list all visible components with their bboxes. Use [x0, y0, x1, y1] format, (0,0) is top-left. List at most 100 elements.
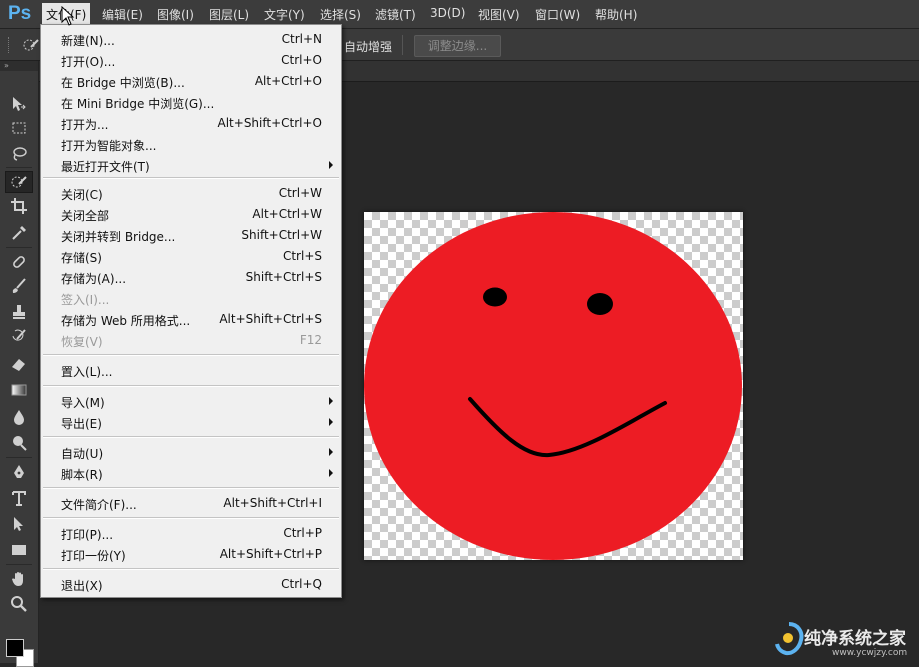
file-menu-item[interactable]: 退出(X) Ctrl+Q: [41, 574, 341, 595]
file-menu-item-label: 导入(M): [61, 396, 105, 410]
file-menu-item[interactable]: 打开(O)... Ctrl+O: [41, 50, 341, 71]
rectangle-icon[interactable]: [5, 539, 33, 561]
menu-help[interactable]: 帮助(H): [595, 6, 637, 23]
file-menu-item[interactable]: 脚本(R): [41, 463, 341, 484]
menu-type[interactable]: 文字(Y): [264, 6, 305, 23]
file-menu-item-label: 置入(L)...: [61, 365, 113, 379]
file-menu-item-label: 新建(N)...: [61, 34, 115, 48]
menu-view[interactable]: 视图(V): [478, 6, 520, 23]
file-menu-item[interactable]: 打印一份(Y) Alt+Shift+Ctrl+P: [41, 544, 341, 565]
toolbox-divider: [6, 457, 32, 458]
menu-separator: [43, 436, 339, 438]
file-menu-item-label: 存储为 Web 所用格式...: [61, 314, 191, 328]
move-icon[interactable]: [5, 93, 33, 115]
menu-separator: [43, 177, 339, 179]
file-menu-item[interactable]: 存储为(A)... Shift+Ctrl+S: [41, 267, 341, 288]
submenu-arrow-icon: [329, 469, 333, 477]
file-menu-item-label: 打开(O)...: [61, 55, 116, 69]
file-menu-item[interactable]: 打印(P)... Ctrl+P: [41, 523, 341, 544]
file-menu-item-label: 恢复(V): [61, 335, 103, 349]
file-menu-item[interactable]: 存储为 Web 所用格式... Alt+Shift+Ctrl+S: [41, 309, 341, 330]
file-menu-item[interactable]: 关闭全部 Alt+Ctrl+W: [41, 204, 341, 225]
dodge-icon[interactable]: [5, 432, 33, 454]
menu-layer[interactable]: 图层(L): [209, 6, 249, 23]
file-menu-item[interactable]: 新建(N)... Ctrl+N: [41, 29, 341, 50]
menu-edit[interactable]: 编辑(E): [102, 6, 143, 23]
document-canvas[interactable]: [364, 212, 743, 560]
file-menu-item-label: 打印一份(Y): [61, 549, 126, 563]
file-menu-item[interactable]: 自动(U): [41, 442, 341, 463]
file-menu-item[interactable]: 打开为智能对象...: [41, 134, 341, 155]
right-eye: [587, 293, 613, 315]
file-menu-item-shortcut: Alt+Shift+Ctrl+O: [217, 116, 322, 130]
healing-brush-icon[interactable]: [5, 251, 33, 273]
menu-separator: [43, 487, 339, 489]
file-menu-item-label: 导出(E): [61, 417, 102, 431]
file-menu-item-label: 存储为(A)...: [61, 272, 127, 286]
menu-select[interactable]: 选择(S): [320, 6, 361, 23]
file-menu-item-shortcut: Alt+Ctrl+O: [254, 74, 322, 88]
refine-edge-button[interactable]: 调整边缘...: [414, 35, 501, 57]
pen-icon[interactable]: [5, 461, 33, 483]
history-brush-icon[interactable]: [5, 326, 33, 348]
watermark-title: 纯净系统之家: [804, 629, 906, 649]
menu-image[interactable]: 图像(I): [157, 6, 194, 23]
eyedropper-icon[interactable]: [5, 222, 33, 244]
foreground-color-swatch[interactable]: [6, 639, 24, 657]
face-circle: [364, 212, 742, 560]
gradient-icon[interactable]: [5, 379, 33, 401]
blur-icon[interactable]: [5, 406, 33, 428]
left-eye: [483, 287, 507, 307]
file-menu-item-label: 文件简介(F)...: [61, 498, 137, 512]
file-menu-item[interactable]: 关闭并转到 Bridge... Shift+Ctrl+W: [41, 225, 341, 246]
file-menu-item[interactable]: 在 Mini Bridge 中浏览(G)...: [41, 92, 341, 113]
file-menu-item[interactable]: 最近打开文件(T): [41, 155, 341, 176]
file-menu-item-shortcut: Ctrl+N: [281, 32, 322, 46]
file-menu-item[interactable]: 置入(L)...: [41, 360, 341, 381]
options-bar-grip[interactable]: [8, 37, 12, 53]
file-menu-item-shortcut: Shift+Ctrl+S: [245, 270, 322, 284]
path-selection-icon[interactable]: [5, 513, 33, 535]
auto-enhance-label[interactable]: 自动增强: [344, 38, 392, 55]
eraser-icon[interactable]: [5, 353, 33, 375]
type-icon[interactable]: [5, 487, 33, 509]
menu-filter[interactable]: 滤镜(T): [375, 6, 416, 23]
toolbox-collapse[interactable]: »: [0, 61, 38, 71]
file-menu-item-label: 关闭(C): [61, 188, 103, 202]
menu-window[interactable]: 窗口(W): [535, 6, 580, 23]
file-menu-item-label: 打开为...: [61, 118, 109, 132]
file-menu-item[interactable]: 存储(S) Ctrl+S: [41, 246, 341, 267]
file-menu-item-shortcut: F12: [299, 333, 322, 347]
brush-icon[interactable]: [5, 275, 33, 297]
hand-icon[interactable]: [5, 568, 33, 590]
file-menu-item-label: 脚本(R): [61, 468, 103, 482]
smiley-face-artwork: [364, 212, 742, 560]
file-menu-item[interactable]: 导入(M): [41, 391, 341, 412]
watermark-logo-icon: [775, 622, 804, 656]
file-menu-item-label: 打印(P)...: [61, 528, 114, 542]
file-menu-item-shortcut: Ctrl+P: [283, 526, 322, 540]
clone-stamp-icon[interactable]: [5, 301, 33, 323]
zoom-icon[interactable]: [5, 593, 33, 615]
quick-selection-icon[interactable]: [22, 36, 40, 54]
options-divider: [402, 35, 403, 55]
color-swatches[interactable]: [4, 637, 34, 667]
file-menu-item-label: 自动(U): [61, 447, 104, 461]
submenu-arrow-icon: [329, 397, 333, 405]
watermark: 纯净系统之家 www.ycwjzy.com: [772, 618, 918, 662]
file-menu-item-label: 打开为智能对象...: [61, 139, 157, 153]
file-menu-item[interactable]: 关闭(C) Ctrl+W: [41, 183, 341, 204]
lasso-icon[interactable]: [5, 143, 33, 165]
file-menu-item[interactable]: 在 Bridge 中浏览(B)... Alt+Ctrl+O: [41, 71, 341, 92]
marquee-icon[interactable]: [5, 117, 33, 139]
file-menu-item[interactable]: 打开为... Alt+Shift+Ctrl+O: [41, 113, 341, 134]
menu-3d[interactable]: 3D(D): [430, 6, 465, 20]
quick-selection-icon[interactable]: [5, 171, 33, 193]
toolbox-divider: [6, 564, 32, 565]
crop-icon[interactable]: [5, 195, 33, 217]
file-menu-item-shortcut: Alt+Shift+Ctrl+S: [219, 312, 322, 326]
file-menu-item[interactable]: 导出(E): [41, 412, 341, 433]
file-menu-item-label: 关闭并转到 Bridge...: [61, 230, 176, 244]
file-menu-item[interactable]: 文件简介(F)... Alt+Shift+Ctrl+I: [41, 493, 341, 514]
file-menu-item-label: 签入(I)...: [61, 293, 110, 307]
